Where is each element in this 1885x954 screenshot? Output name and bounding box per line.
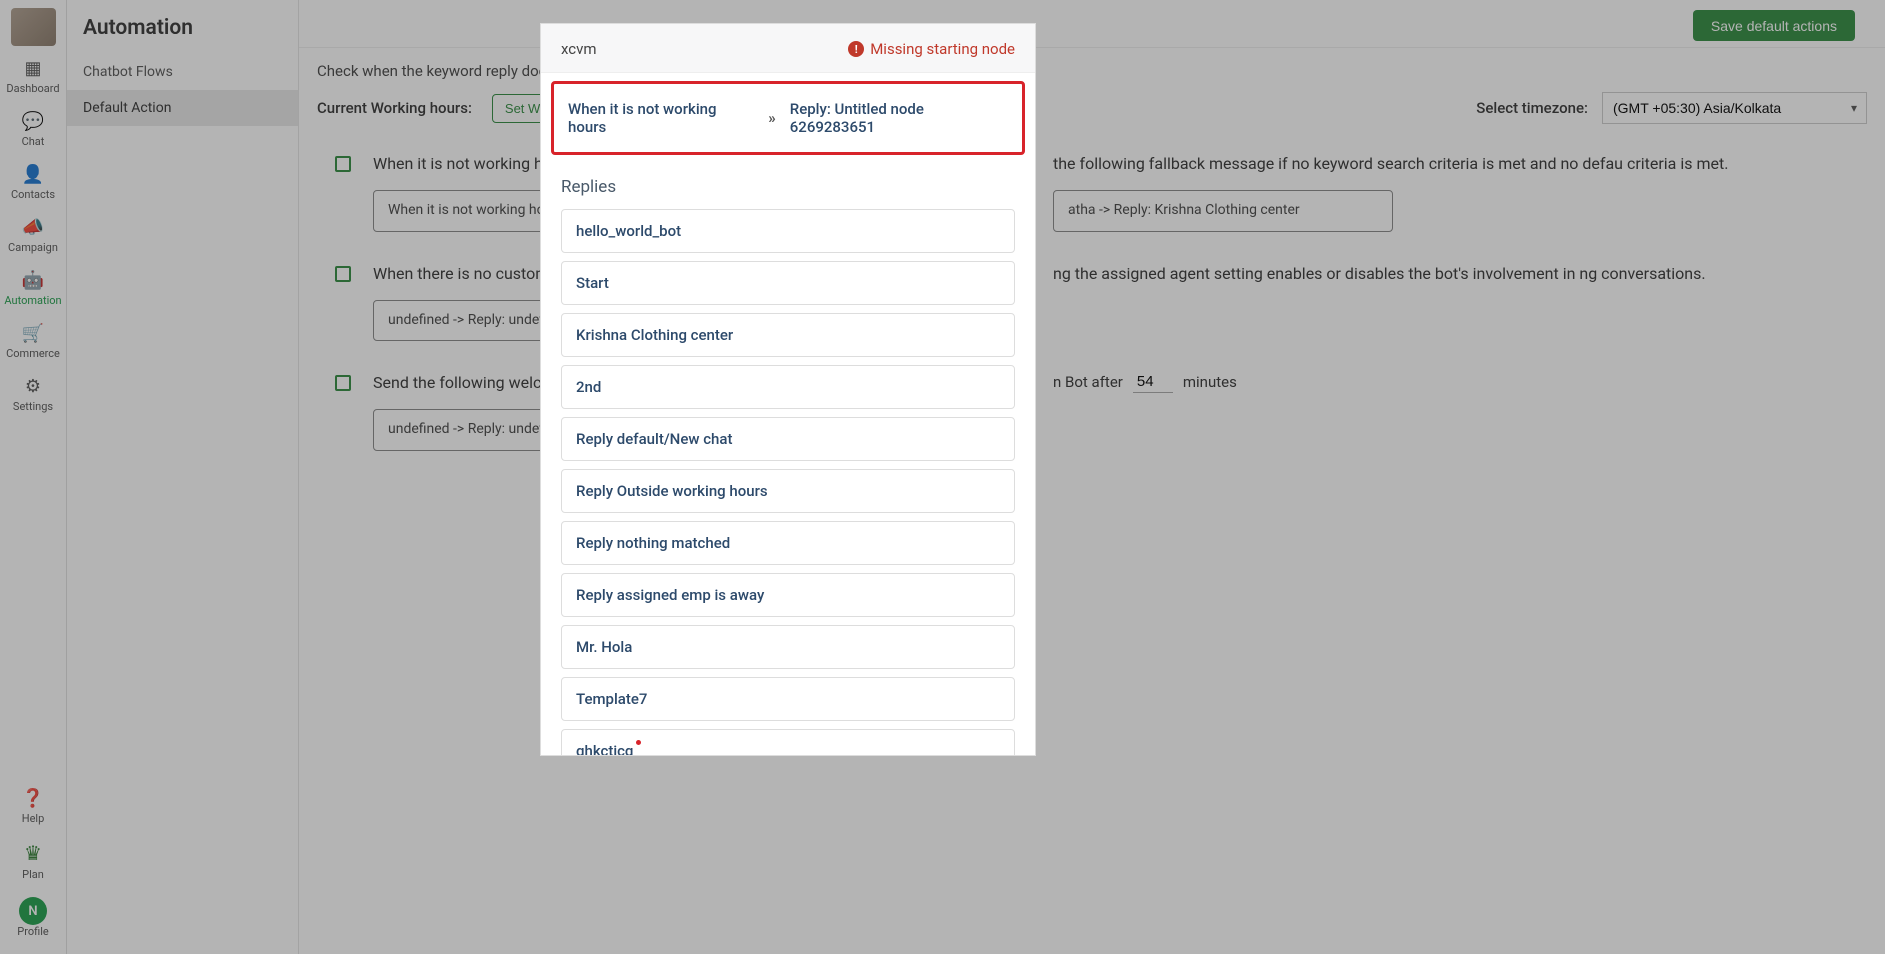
reply-option[interactable]: ghkctjcg — [561, 729, 1015, 756]
replies-heading: Replies — [541, 169, 1035, 209]
breadcrumb-part-b: Reply: Untitled node 6269283651 — [790, 100, 1008, 136]
modal-error-text: Missing starting node — [870, 40, 1015, 58]
modal-tag: xcvm — [561, 40, 597, 58]
reply-picker-modal: xcvm ! Missing starting node When it is … — [540, 23, 1036, 756]
reply-option[interactable]: Reply nothing matched — [561, 521, 1015, 565]
reply-option[interactable]: Reply default/New chat — [561, 417, 1015, 461]
breadcrumb-separator-icon: » — [768, 109, 776, 127]
reply-list: hello_world_bot Start Krishna Clothing c… — [541, 209, 1035, 756]
reply-option[interactable]: hello_world_bot — [561, 209, 1015, 253]
reply-option[interactable]: Reply assigned emp is away — [561, 573, 1015, 617]
breadcrumb-part-a: When it is not working hours — [568, 100, 754, 136]
modal-breadcrumb[interactable]: When it is not working hours » Reply: Un… — [551, 81, 1025, 155]
modal-error: ! Missing starting node — [848, 40, 1015, 58]
reply-option[interactable]: Krishna Clothing center — [561, 313, 1015, 357]
modal-header: xcvm ! Missing starting node — [541, 24, 1035, 73]
reply-option[interactable]: Start — [561, 261, 1015, 305]
error-dot-icon — [636, 740, 641, 745]
reply-option[interactable]: Reply Outside working hours — [561, 469, 1015, 513]
error-icon: ! — [848, 41, 864, 57]
reply-option[interactable]: Template7 — [561, 677, 1015, 721]
reply-option[interactable]: Mr. Hola — [561, 625, 1015, 669]
reply-option[interactable]: 2nd — [561, 365, 1015, 409]
